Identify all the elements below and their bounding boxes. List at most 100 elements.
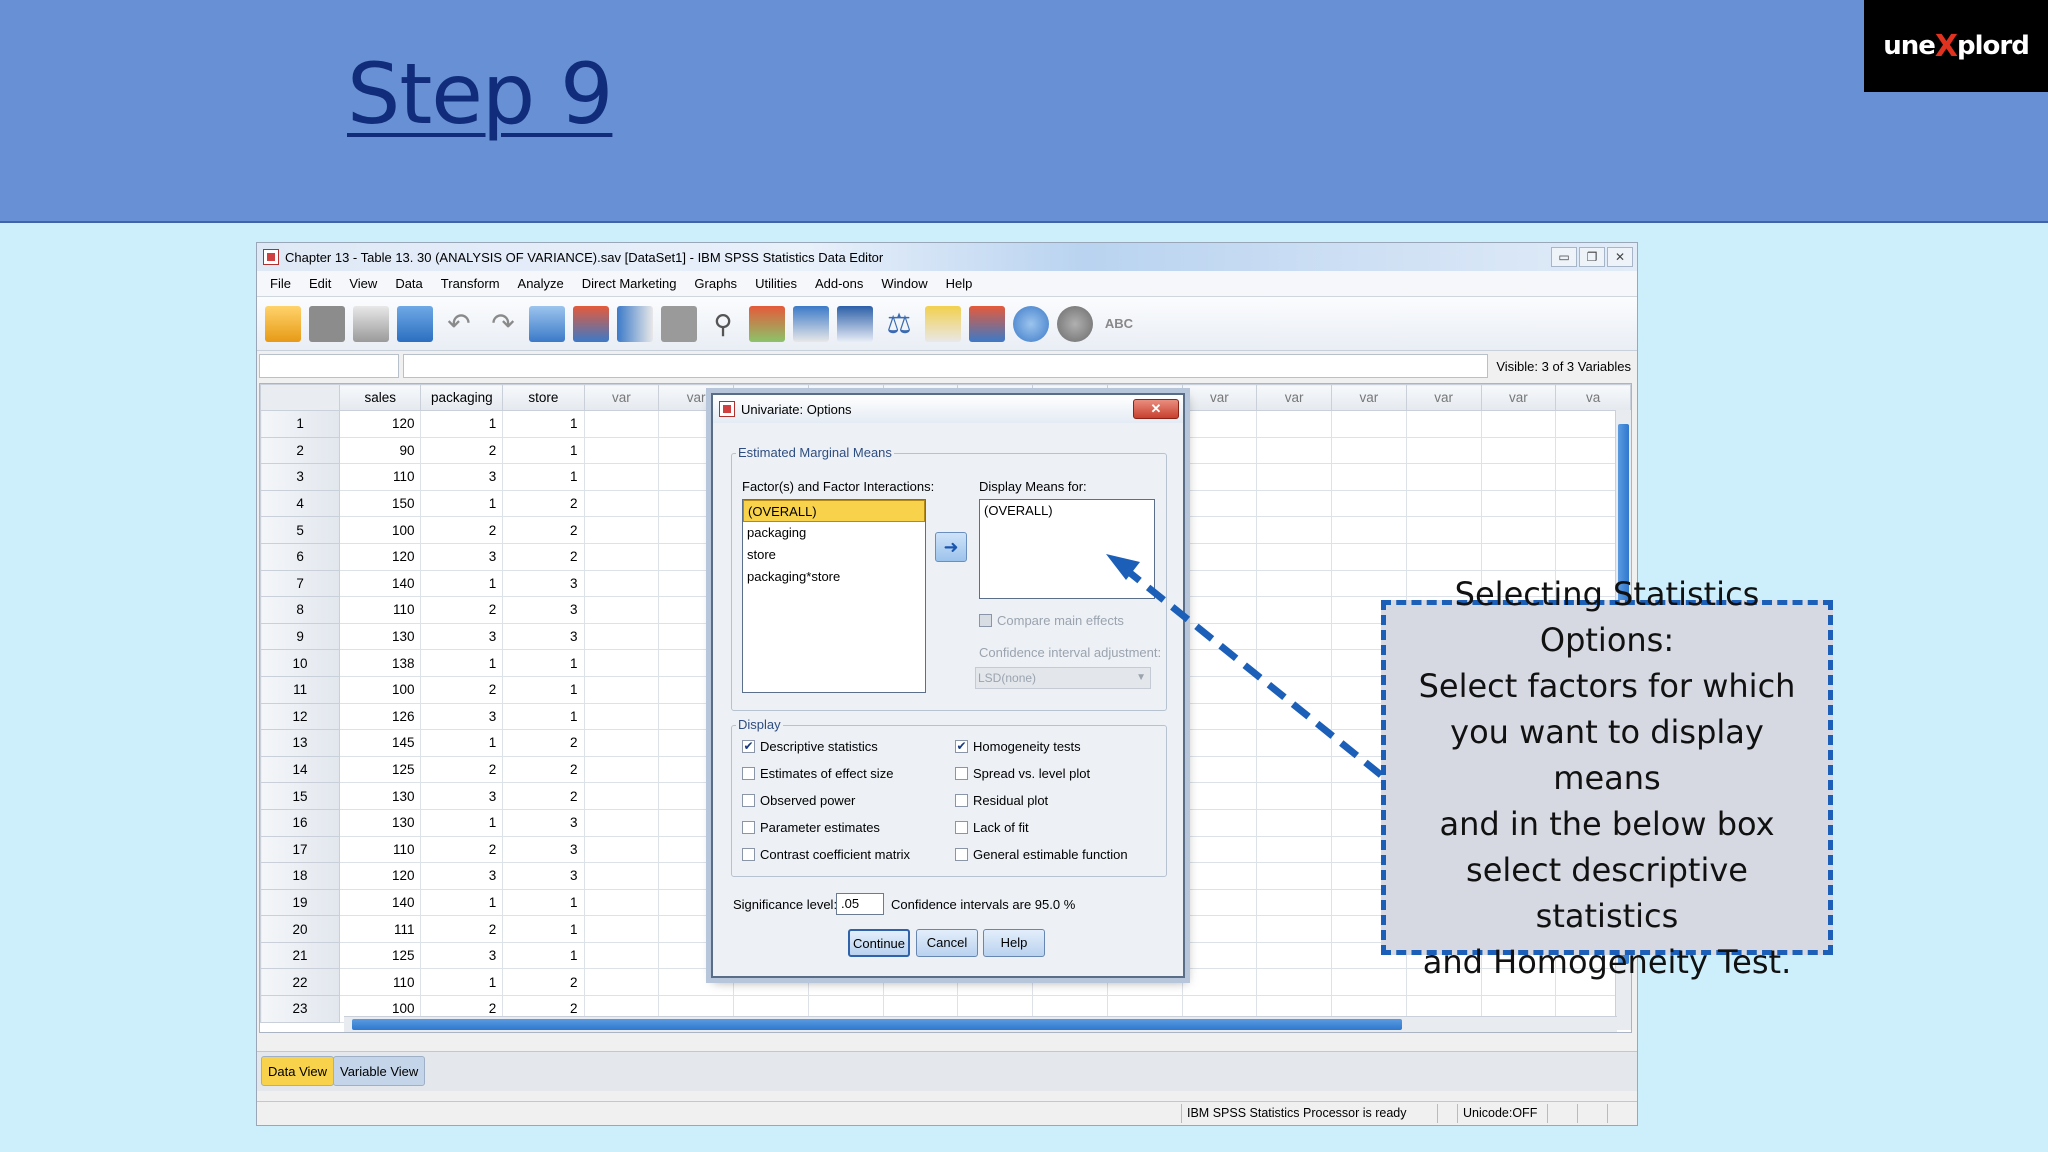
empty-cell[interactable] (1181, 968, 1258, 997)
data-cell[interactable]: 110 (339, 596, 422, 624)
empty-cell[interactable] (1256, 410, 1333, 438)
empty-cell[interactable] (1256, 569, 1333, 598)
estimates-of-effect-size-checkbox[interactable]: Estimates of effect size (742, 766, 893, 781)
data-cell[interactable]: 125 (339, 755, 422, 784)
spell-check-icon[interactable]: ABC (1101, 306, 1137, 342)
data-cell[interactable]: 110 (339, 835, 422, 864)
observed-power-checkbox[interactable]: Observed power (742, 793, 855, 808)
empty-cell[interactable] (1480, 410, 1557, 438)
data-cell[interactable]: 3 (420, 542, 504, 571)
data-cell[interactable]: 2 (420, 436, 504, 465)
empty-cell[interactable] (1256, 542, 1333, 571)
empty-cell[interactable] (1256, 968, 1333, 997)
row-header[interactable]: 18 (260, 862, 341, 890)
data-cell[interactable]: 2 (420, 755, 504, 784)
empty-cell[interactable] (583, 489, 660, 518)
column-header-var[interactable]: var (1480, 384, 1557, 411)
empty-cell[interactable] (1181, 729, 1258, 757)
empty-cell[interactable] (1256, 622, 1333, 651)
data-cell[interactable]: 111 (339, 915, 422, 943)
grid-corner[interactable] (260, 384, 341, 411)
menu-direct-marketing[interactable]: Direct Marketing (573, 276, 686, 291)
empty-cell[interactable] (1331, 463, 1407, 491)
empty-cell[interactable] (1405, 436, 1482, 465)
dialog-recall-icon[interactable] (397, 305, 433, 342)
row-header[interactable]: 19 (260, 888, 341, 917)
data-cell[interactable]: 2 (420, 596, 504, 624)
empty-cell[interactable] (1181, 862, 1258, 890)
data-cell[interactable]: 1 (502, 941, 585, 970)
data-cell[interactable]: 1 (502, 888, 585, 917)
empty-cell[interactable] (1181, 622, 1258, 651)
redo-icon[interactable]: ↷ (485, 306, 521, 342)
data-cell[interactable]: 150 (339, 489, 422, 518)
contrast-coefficient-matrix-checkbox[interactable]: Contrast coefficient matrix (742, 847, 910, 862)
empty-cell[interactable] (1256, 463, 1333, 491)
data-cell[interactable]: 1 (420, 649, 504, 677)
data-cell[interactable]: 130 (339, 782, 422, 810)
spread-vs-level-plot-checkbox[interactable]: Spread vs. level plot (955, 766, 1090, 781)
empty-cell[interactable] (583, 516, 660, 544)
split-file-icon[interactable] (837, 305, 873, 342)
empty-cell[interactable] (1256, 915, 1333, 943)
factor-list-item[interactable]: packaging (743, 522, 925, 544)
empty-cell[interactable] (1405, 463, 1482, 491)
horizontal-scrollbar[interactable] (344, 1016, 1617, 1032)
menu-transform[interactable]: Transform (432, 276, 509, 291)
minimize-button[interactable]: ▭ (1551, 247, 1577, 267)
select-cases-icon[interactable] (925, 305, 961, 342)
data-cell[interactable]: 3 (420, 941, 504, 970)
row-header[interactable]: 17 (260, 835, 341, 864)
empty-cell[interactable] (1181, 675, 1258, 704)
column-header-var[interactable]: var (1405, 384, 1482, 411)
insert-variable-icon[interactable] (793, 305, 829, 342)
data-cell[interactable]: 3 (502, 862, 585, 890)
empty-cell[interactable] (1331, 542, 1407, 571)
factor-list-item[interactable]: (OVERALL) (743, 500, 925, 522)
save-icon[interactable] (309, 305, 345, 342)
empty-cell[interactable] (1480, 489, 1557, 518)
row-header[interactable]: 15 (260, 782, 341, 810)
empty-cell[interactable] (1256, 675, 1333, 704)
data-cell[interactable]: 2 (502, 489, 585, 518)
data-cell[interactable]: 1 (420, 569, 504, 598)
column-header-var[interactable]: va (1555, 384, 1631, 411)
empty-cell[interactable] (1181, 596, 1258, 624)
data-cell[interactable]: 130 (339, 808, 422, 837)
goto-variable-icon[interactable] (573, 305, 609, 342)
data-cell[interactable]: 1 (420, 489, 504, 518)
data-cell[interactable]: 145 (339, 729, 422, 757)
menu-data[interactable]: Data (386, 276, 431, 291)
row-header[interactable]: 9 (260, 622, 341, 651)
empty-cell[interactable] (1331, 489, 1407, 518)
lack-of-fit-checkbox[interactable]: Lack of fit (955, 820, 1029, 835)
empty-cell[interactable] (1181, 755, 1258, 784)
menu-help[interactable]: Help (937, 276, 982, 291)
dialog-titlebar[interactable]: Univariate: Options ✕ (713, 395, 1183, 423)
column-header-packaging[interactable]: packaging (420, 384, 504, 411)
empty-cell[interactable] (583, 755, 660, 784)
data-cell[interactable]: 3 (502, 835, 585, 864)
column-header-store[interactable]: store (502, 384, 585, 411)
data-cell[interactable]: 2 (420, 516, 504, 544)
row-header[interactable]: 6 (260, 542, 341, 571)
empty-cell[interactable] (1256, 755, 1333, 784)
menu-file[interactable]: File (261, 276, 300, 291)
empty-cell[interactable] (583, 915, 660, 943)
empty-cell[interactable] (1181, 702, 1258, 731)
print-icon[interactable] (353, 305, 389, 342)
factor-list-item[interactable]: store (743, 544, 925, 566)
data-cell[interactable]: 120 (339, 862, 422, 890)
data-cell[interactable]: 3 (420, 862, 504, 890)
data-cell[interactable]: 2 (420, 835, 504, 864)
data-cell[interactable]: 3 (420, 702, 504, 731)
data-cell[interactable]: 1 (420, 729, 504, 757)
empty-cell[interactable] (583, 968, 660, 997)
empty-cell[interactable] (583, 410, 660, 438)
empty-cell[interactable] (583, 941, 660, 970)
restore-button[interactable]: ❐ (1579, 247, 1605, 267)
menu-edit[interactable]: Edit (300, 276, 340, 291)
row-header[interactable]: 1 (260, 410, 341, 438)
show-all-variables-icon[interactable] (1057, 305, 1093, 342)
display-means-listbox[interactable]: (OVERALL) (979, 499, 1155, 599)
